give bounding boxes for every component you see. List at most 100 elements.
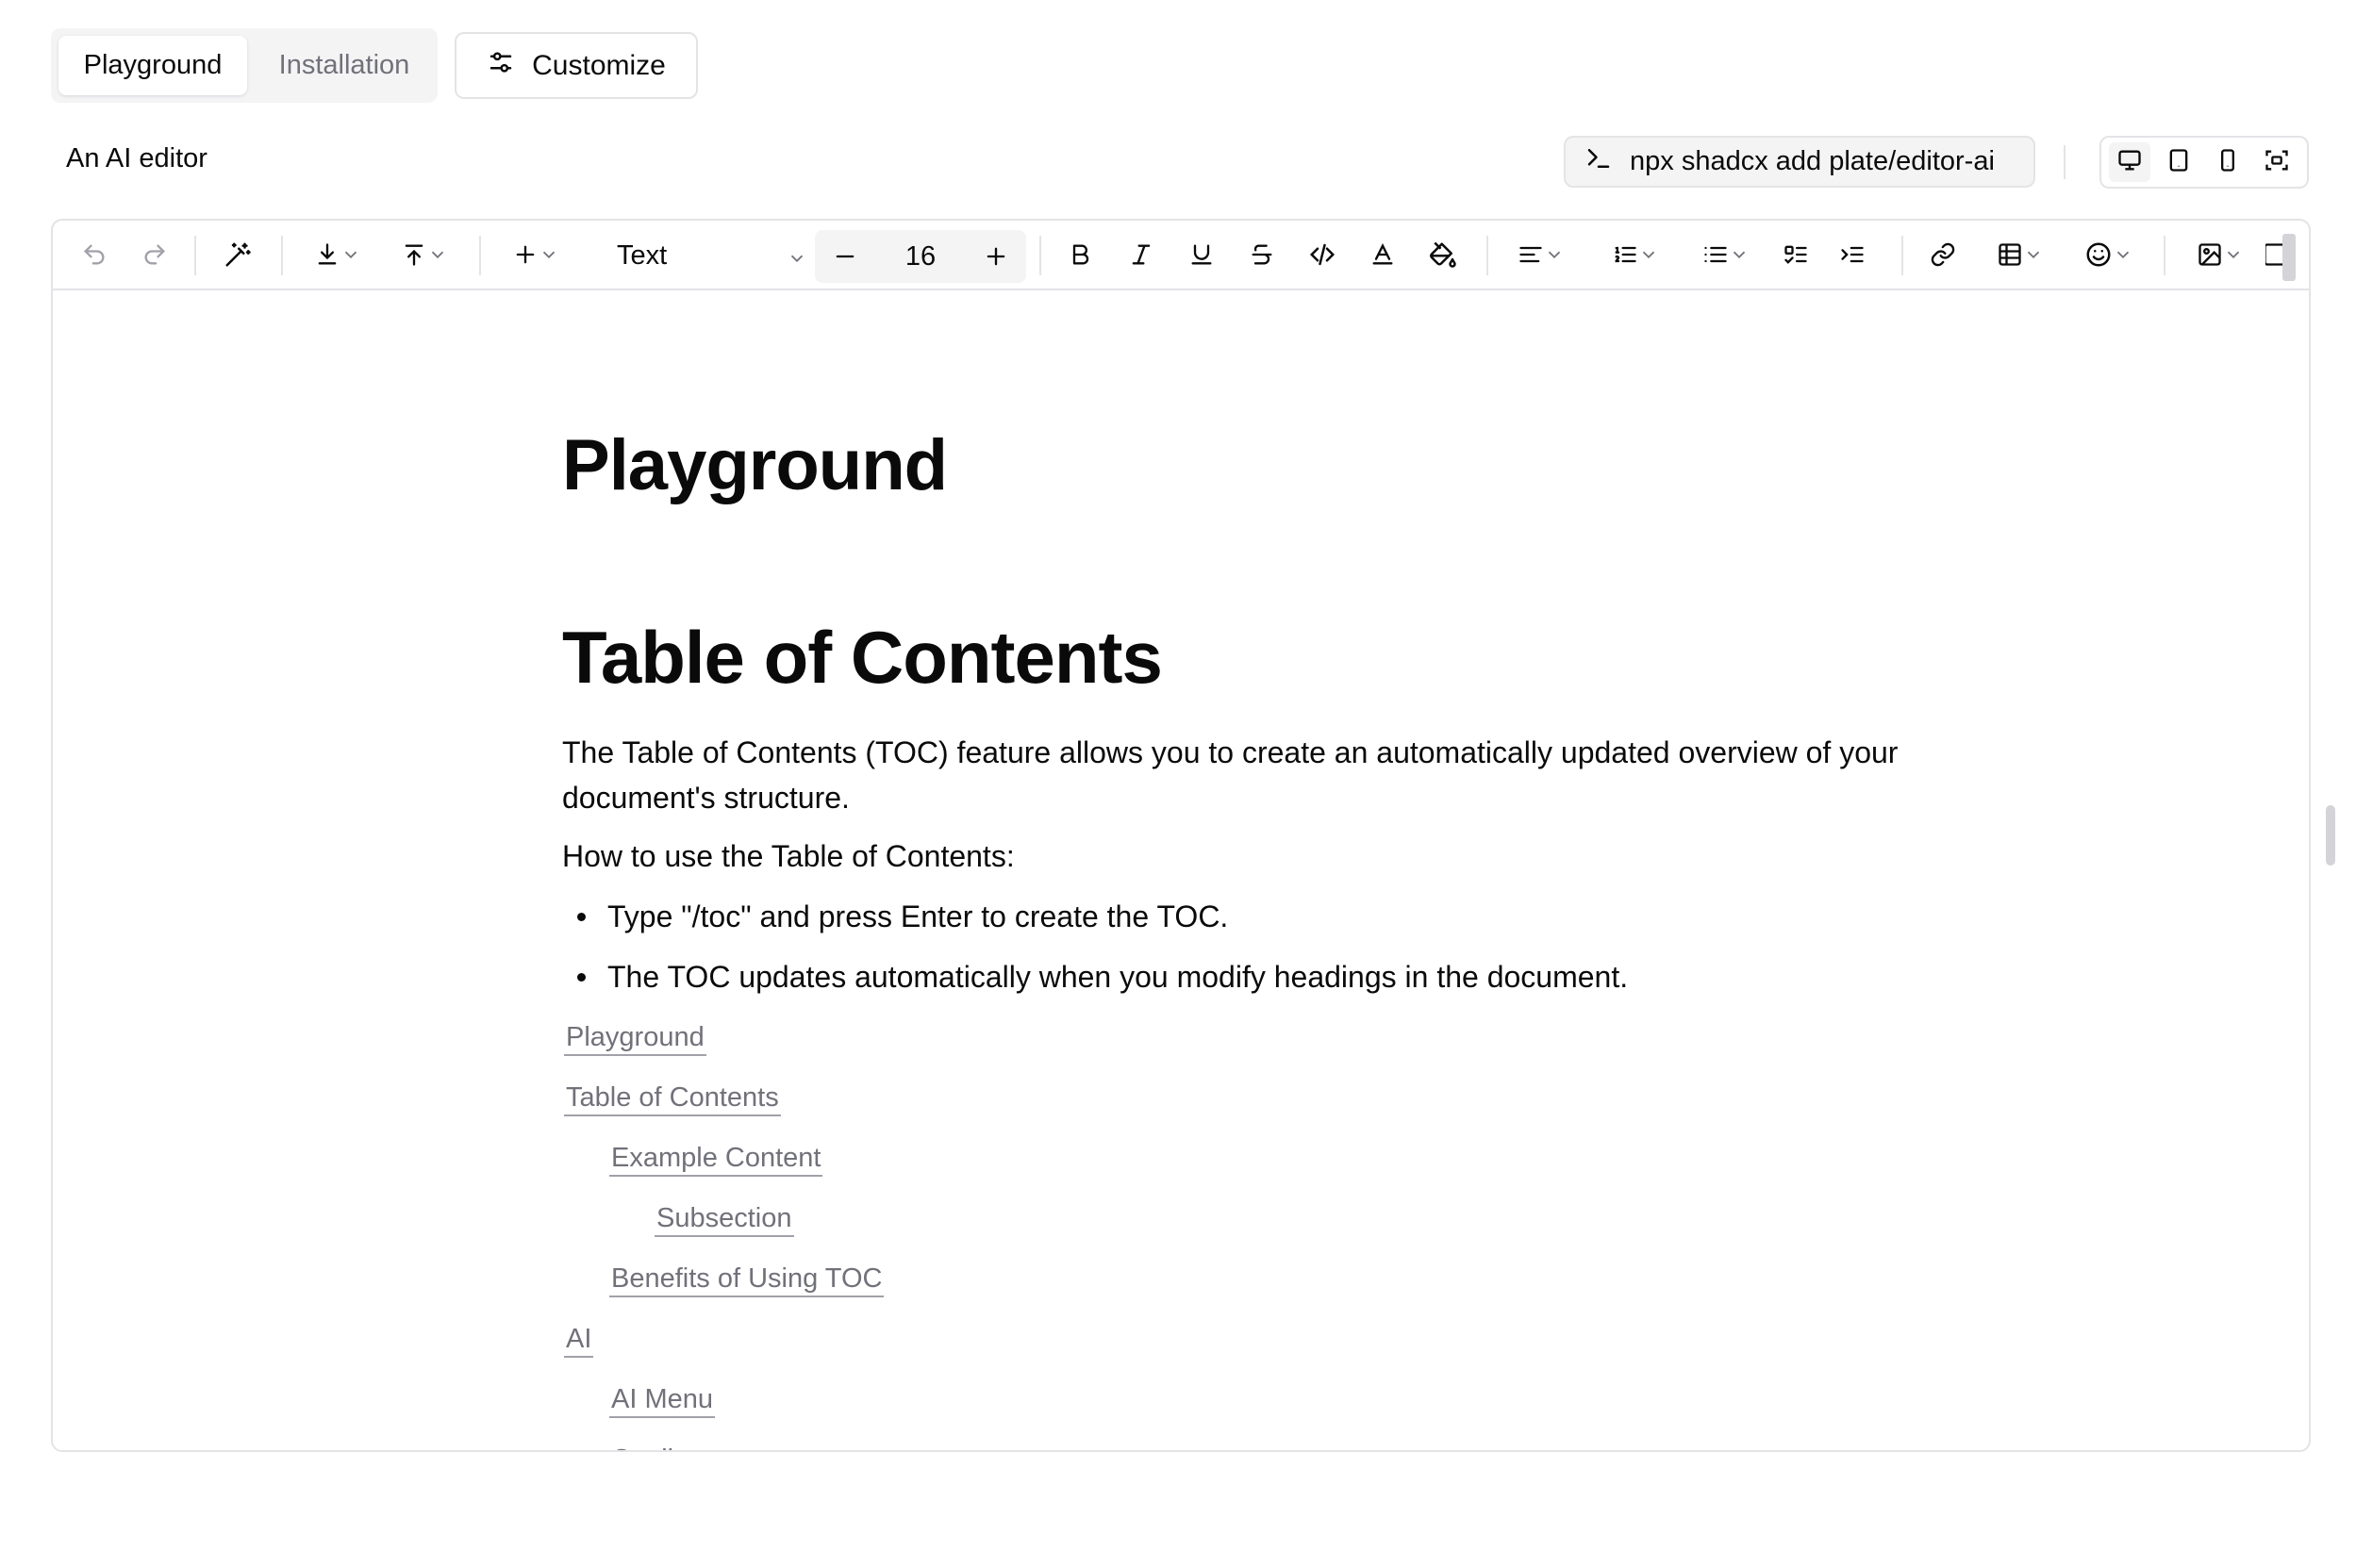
bullet-dot	[577, 913, 586, 921]
toc-link-table-of-contents[interactable]: Table of Contents	[564, 1081, 781, 1116]
import-icon	[314, 241, 340, 268]
strikethrough-button[interactable]	[1241, 236, 1283, 273]
bold-button[interactable]	[1060, 236, 1102, 273]
customize-label: Customize	[532, 49, 666, 81]
link-button[interactable]	[1922, 236, 1964, 273]
tab-installation[interactable]: Installation	[260, 36, 428, 95]
chevron-down-icon	[427, 244, 448, 265]
align-button[interactable]	[1505, 236, 1577, 273]
toolbar-divider	[281, 236, 283, 275]
viewport-toggle	[2099, 136, 2309, 189]
page-scrollbar[interactable]	[2326, 805, 2335, 866]
export-icon	[401, 241, 427, 268]
fullscreen-button[interactable]	[2256, 142, 2298, 182]
paragraph: How to use the Table of Contents:	[562, 839, 1015, 873]
terminal-icon	[1584, 144, 1613, 180]
decrease-font-button[interactable]	[826, 238, 864, 275]
toolbar-divider	[479, 236, 481, 275]
underline-icon	[1188, 241, 1215, 268]
block-type-label: Text	[617, 239, 668, 271]
chevron-down-icon	[2023, 244, 2044, 265]
toolbar-scrollbar[interactable]	[2282, 234, 2296, 281]
sliders-icon	[487, 48, 515, 84]
install-command-text: npx shadcx add plate/editor-ai	[1630, 146, 1995, 176]
document-title: Playground	[562, 425, 948, 505]
toc-link-ai[interactable]: AI	[564, 1322, 594, 1358]
undo-button[interactable]	[75, 236, 113, 273]
image-button[interactable]	[2184, 236, 2256, 273]
tablet-view-button[interactable]	[2158, 142, 2199, 182]
block-type-select[interactable]: Text	[592, 230, 815, 281]
list-indent-icon	[1839, 241, 1866, 268]
chevron-down-icon	[539, 244, 559, 265]
tab-playground[interactable]: Playground	[58, 36, 247, 95]
customize-button[interactable]: Customize	[455, 32, 698, 99]
chevron-down-icon	[1638, 244, 1659, 265]
install-command-button[interactable]: npx shadcx add plate/editor-ai	[1564, 136, 2035, 188]
editor: Text 16 Playground Table of Contents The…	[51, 219, 2311, 1452]
ai-button[interactable]	[217, 236, 258, 273]
link-icon	[1930, 241, 1956, 268]
monitor-icon	[2116, 147, 2143, 178]
import-button[interactable]	[302, 236, 373, 273]
toc-link-benefits[interactable]: Benefits of Using TOC	[609, 1262, 885, 1297]
chevron-down-icon	[1729, 244, 1750, 265]
chevron-down-icon	[340, 244, 361, 265]
minus-icon	[832, 243, 858, 270]
redo-button[interactable]	[136, 236, 174, 273]
table-icon	[1997, 241, 2023, 268]
toc-link-ai-menu[interactable]: AI Menu	[609, 1382, 715, 1418]
chevron-down-icon	[1544, 244, 1565, 265]
page-subtitle: An AI editor	[66, 143, 207, 173]
insert-button[interactable]	[500, 236, 572, 273]
mobile-view-button[interactable]	[2207, 142, 2248, 182]
smile-icon	[2084, 240, 2113, 269]
align-left-icon	[1518, 241, 1544, 268]
undo-icon	[81, 241, 108, 268]
todo-list-icon	[1783, 241, 1809, 268]
heading-table-of-contents: Table of Contents	[562, 616, 1163, 699]
chevron-down-icon	[2113, 244, 2133, 265]
phone-icon	[2215, 147, 2241, 178]
emoji-button[interactable]	[2073, 236, 2145, 273]
toc-link-copilot[interactable]: Copilot	[609, 1443, 698, 1450]
chevron-down-icon	[2223, 244, 2244, 265]
numbered-list-button[interactable]	[1600, 236, 1671, 273]
table-button[interactable]	[1984, 236, 2056, 273]
font-size-stepper: 16	[815, 230, 1026, 283]
export-button[interactable]	[389, 236, 460, 273]
toc-link-subsection[interactable]: Subsection	[655, 1201, 794, 1237]
view-tabs: Playground Installation	[51, 28, 438, 103]
strikethrough-icon	[1249, 241, 1275, 268]
toolbar-divider	[1486, 236, 1488, 275]
image-icon	[2197, 241, 2223, 268]
editor-toolbar: Text 16	[53, 221, 2309, 290]
chevron-down-icon	[787, 245, 807, 276]
bulleted-list-button[interactable]	[1690, 236, 1762, 273]
more-button[interactable]	[2265, 236, 2284, 273]
indent-list-button[interactable]	[1832, 236, 1873, 273]
code-button[interactable]	[1302, 236, 1343, 273]
toolbar-divider	[2164, 236, 2165, 275]
paint-bucket-icon	[1429, 240, 1457, 269]
increase-font-button[interactable]	[977, 238, 1015, 275]
bullet-dot	[577, 973, 586, 982]
paragraph: The Table of Contents (TOC) feature allo…	[562, 735, 1899, 815]
text-color-icon	[1369, 241, 1396, 268]
toc-link-playground[interactable]: Playground	[564, 1020, 706, 1056]
list-item-text: Type "/toc" and press Enter to create th…	[607, 900, 1229, 933]
plus-icon	[983, 243, 1009, 270]
toolbar-divider	[194, 236, 196, 275]
italic-button[interactable]	[1120, 236, 1162, 273]
italic-icon	[1128, 241, 1154, 268]
highlight-button[interactable]	[1422, 236, 1464, 273]
text-color-button[interactable]	[1362, 236, 1403, 273]
tablet-icon	[2165, 147, 2192, 178]
underline-button[interactable]	[1181, 236, 1222, 273]
divider	[2064, 145, 2066, 179]
ai-wand-icon	[224, 240, 252, 269]
todo-list-button[interactable]	[1775, 236, 1817, 273]
desktop-view-button[interactable]	[2109, 142, 2150, 182]
toc-link-example-content[interactable]: Example Content	[609, 1141, 823, 1177]
fullscreen-icon	[2264, 147, 2290, 178]
